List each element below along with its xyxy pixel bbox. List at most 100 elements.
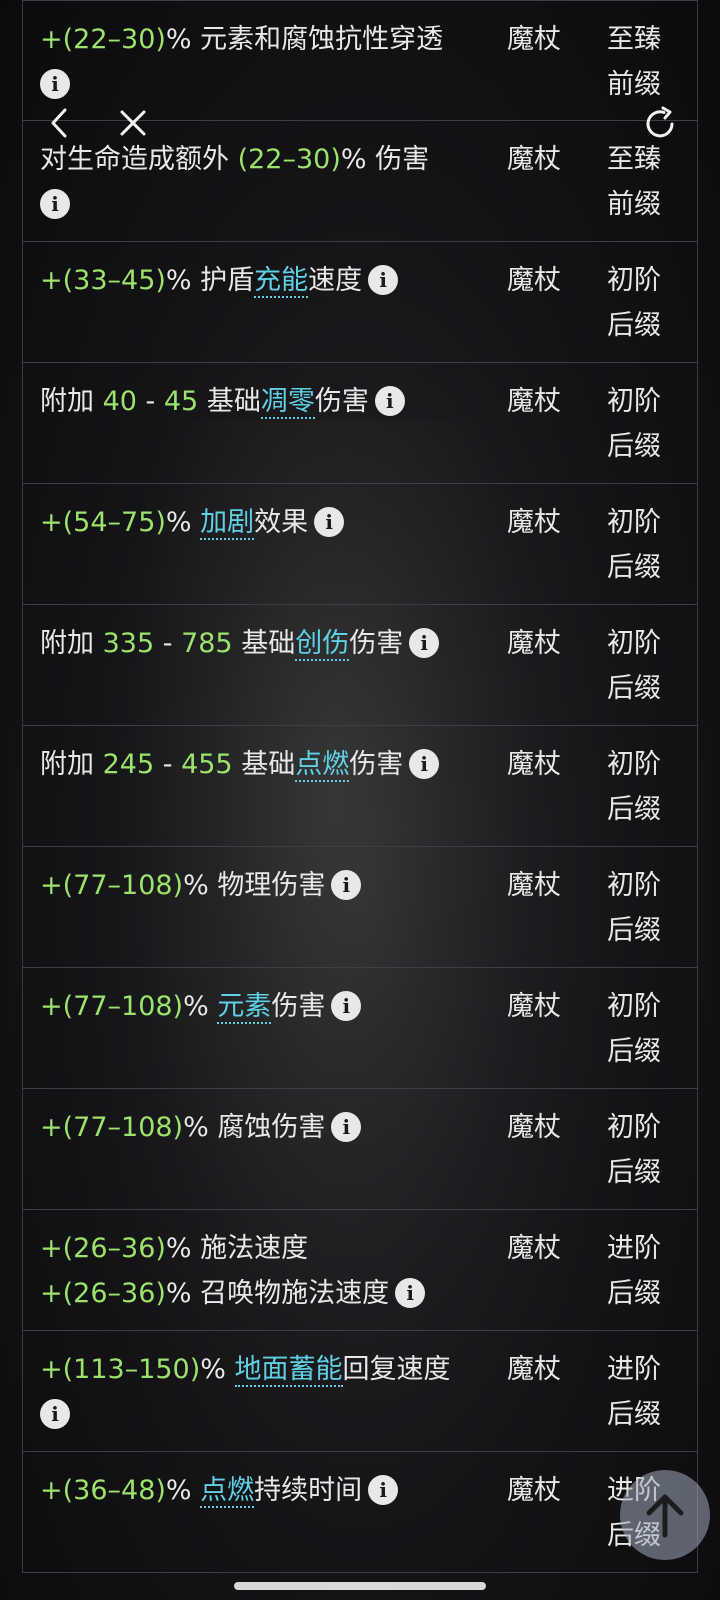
tier-label: 进阶 [607, 1354, 661, 1385]
affix-tier: 初阶 后缀 [607, 500, 677, 590]
tier-label: 初阶 [607, 1112, 661, 1143]
table-row: 附加 245 - 455 基础点燃伤害 i 魔杖 初阶 后缀 [23, 726, 697, 847]
affix-slot-label: 后缀 [607, 673, 661, 704]
affix-tier: 进阶后缀 [607, 1226, 677, 1316]
chevron-left-icon [51, 108, 67, 138]
tier-label: 初阶 [607, 991, 661, 1022]
table-row: +(77–108)% 元素伤害 i 魔杖 初阶 后缀 [23, 968, 697, 1089]
refresh-button[interactable] [630, 88, 690, 158]
value-range: 335 [102, 628, 155, 659]
table-row: +(54–75)% 加剧效果 i 魔杖 初阶 后缀 [23, 484, 697, 605]
affix-tier: 进阶后缀 [607, 1347, 677, 1437]
keyword-link[interactable]: 点燃 [200, 1475, 255, 1508]
keyword-link[interactable]: 创伤 [295, 628, 350, 661]
affix-slot-label: 后缀 [607, 552, 661, 583]
affix-slot-label: 后缀 [607, 915, 661, 946]
info-icon[interactable]: i [331, 1111, 362, 1142]
item-type: 魔杖 [507, 386, 561, 417]
value-range: +(113–150) [40, 1354, 201, 1385]
back-button[interactable] [30, 88, 90, 158]
value-range: +(54–75) [40, 507, 166, 538]
value-range: +(77–108) [40, 991, 184, 1022]
keyword-link[interactable]: 地面蓄能 [234, 1354, 343, 1387]
tier-label: 初阶 [607, 628, 661, 659]
tier-label: 至臻 [607, 24, 661, 55]
table-row: +(26–36)% 施法速度 +(26–36)% 召唤物施法速度 i 魔杖 进阶 后缀 [23, 1210, 697, 1331]
refresh-icon [646, 106, 674, 138]
table-row: +(33–45)% 护盾充能速度 i 魔杖 初阶 后缀 [23, 242, 697, 363]
item-type: 魔杖 [507, 749, 561, 780]
item-type: 魔杖 [507, 1475, 561, 1506]
close-icon [120, 110, 146, 136]
affix-text: +(36–48)% 点燃持续时间 i [40, 1468, 480, 1513]
table-row: +(77–108)% 腐蚀伤害 i 魔杖 初阶后缀 [23, 1089, 697, 1210]
home-indicator[interactable] [234, 1582, 486, 1590]
affix-tier: 初阶 后缀 [607, 1105, 677, 1195]
affix-text: +(54–75)% 加剧效果 i [40, 500, 480, 545]
table-row: 附加 40 - 45 基础凋零伤害 i 魔杖 初阶后缀 [23, 363, 697, 484]
tier-label: 初阶 [607, 265, 661, 296]
affix-tier: 初阶 后缀 [607, 984, 677, 1074]
value-range: +(26–36) [40, 1278, 166, 1309]
tier-label: 初阶 [607, 386, 661, 417]
table-row: +(36–48)% 点燃持续时间i魔杖进阶后缀 [23, 1452, 697, 1573]
arrow-up-icon [646, 1494, 684, 1538]
affix-slot-label: 后缀 [607, 1036, 661, 1067]
value-range: 455 [181, 749, 233, 780]
affix-slot-label: 后缀 [607, 431, 661, 462]
info-icon[interactable]: i [409, 748, 440, 779]
keyword-link[interactable]: 加剧 [200, 507, 255, 540]
info-icon[interactable]: i [395, 1277, 426, 1308]
item-type: 魔杖 [507, 24, 561, 55]
value-range: +(77–108) [40, 870, 184, 901]
item-type: 魔杖 [507, 507, 561, 538]
info-icon[interactable]: i [331, 990, 362, 1021]
value-range: +(36–48) [40, 1475, 166, 1506]
close-button[interactable] [103, 88, 163, 158]
keyword-link[interactable]: 凋零 [260, 386, 315, 419]
keyword-link[interactable]: 点燃 [295, 749, 350, 782]
affix-table: +(22–30)% 元素和腐蚀抗性穿透 i 魔杖 至臻 前缀 对生命造成额外 (22–30… [22, 0, 698, 1573]
keyword-link[interactable]: 元素 [217, 991, 272, 1024]
top-nav-bar [0, 88, 720, 158]
info-icon[interactable]: i [40, 1398, 70, 1429]
value-range: 785 [181, 628, 233, 659]
value-range: +(77–108) [40, 1112, 184, 1143]
info-icon[interactable]: i [409, 627, 440, 658]
value-range: +(22–30) [40, 24, 166, 55]
table-row: 附加 335 - 785 基础创伤伤害 i 魔杖 初阶 后缀 [23, 605, 697, 726]
info-icon[interactable]: i [314, 506, 345, 537]
info-icon[interactable]: i [368, 264, 399, 295]
affix-tier: 初阶 后缀 [607, 621, 677, 711]
info-icon[interactable]: i [331, 869, 362, 900]
affix-slot-label: 前缀 [607, 189, 661, 220]
value-range: +(33–45) [40, 265, 166, 296]
affix-slot-label: 后缀 [607, 310, 661, 341]
table-row: +(77–108)% 物理伤害 i 魔杖 初阶 后缀 [23, 847, 697, 968]
info-icon[interactable]: i [368, 1474, 399, 1505]
value-range: +(26–36) [40, 1233, 166, 1264]
tier-label: 初阶 [607, 870, 661, 901]
affix-slot-label: 后缀 [607, 1157, 661, 1188]
tier-label: 进阶 [607, 1233, 661, 1264]
affix-text: +(77–108)% 腐蚀伤害 i [40, 1105, 480, 1150]
affix-text: 附加 40 - 45 基础凋零伤害 i [40, 379, 480, 424]
value-range: 40 [102, 386, 137, 417]
affix-text: 附加 245 - 455 基础点燃伤害 i [40, 742, 480, 787]
affix-slot-label: 后缀 [607, 1278, 661, 1309]
item-type: 魔杖 [507, 1112, 561, 1143]
tier-label: 初阶 [607, 749, 661, 780]
affix-tier: 初阶 后缀 [607, 742, 677, 832]
item-type: 魔杖 [507, 991, 561, 1022]
item-type: 魔杖 [507, 628, 561, 659]
affix-text: +(113–150)% 地面蓄能回复速度 i [40, 1347, 480, 1437]
item-type: 魔杖 [507, 1233, 561, 1264]
scroll-to-top-button[interactable] [620, 1470, 710, 1560]
info-icon[interactable]: i [40, 188, 70, 219]
value-range: 45 [163, 386, 199, 417]
affix-tier: 初阶 后缀 [607, 863, 677, 953]
affix-tier: 初阶 后缀 [607, 258, 677, 348]
keyword-link[interactable]: 充能 [254, 265, 309, 298]
info-icon[interactable]: i [374, 385, 405, 416]
item-type: 魔杖 [507, 1354, 561, 1385]
